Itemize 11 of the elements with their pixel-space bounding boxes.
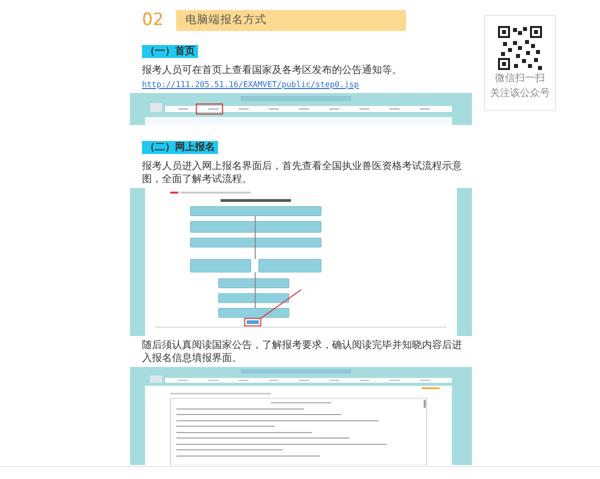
qr-code-icon bbox=[498, 26, 542, 70]
paragraph: 报考人员进入网上报名界面后，首先查看全国执业兽医资格考试流程示意图，全面了解考试流程。 bbox=[142, 160, 463, 186]
qr-caption: 关注该公众号 bbox=[490, 88, 550, 100]
section-tag: （二）网上报名 bbox=[142, 140, 218, 154]
url-link[interactable]: http://111.205.51.16/EXAMVET/public/step0.jsp bbox=[142, 76, 472, 90]
section-number: 02 bbox=[142, 12, 164, 29]
section-tag: （一）首页 bbox=[142, 44, 198, 58]
paragraph: 随后须认真阅读国家公告，了解报考要求，确认阅读完毕并知晓内容后进入报名信息填报界面。 bbox=[142, 338, 463, 364]
section-title: 电脑端报名方式 bbox=[176, 10, 406, 30]
paragraph: 报考人员可在首页上查看国家及各考区发布的公告通知等。 bbox=[142, 64, 403, 76]
qr-caption: 微信扫一扫 bbox=[495, 73, 545, 85]
